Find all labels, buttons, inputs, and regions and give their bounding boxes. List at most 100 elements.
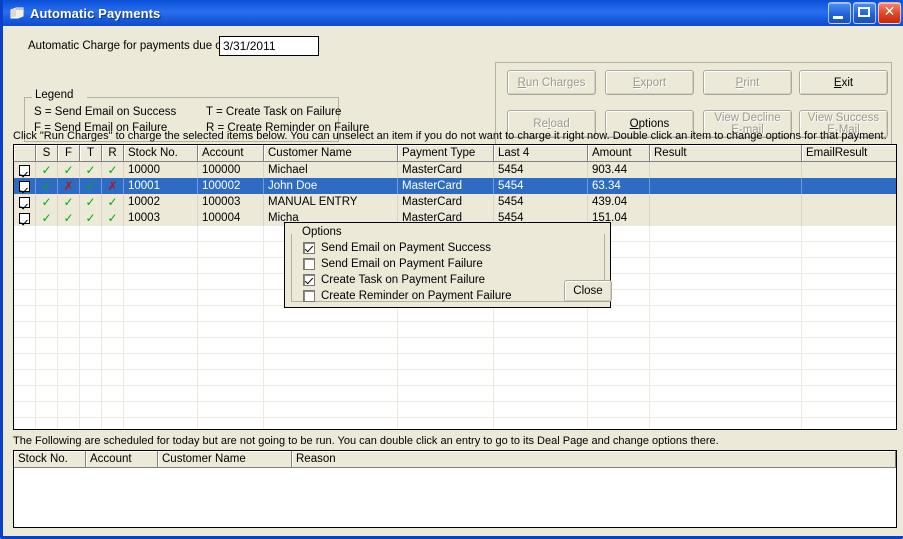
close-button[interactable]: ✕: [878, 2, 901, 24]
cell-payment-type[interactable]: MasterCard: [398, 194, 494, 210]
row-select[interactable]: [14, 178, 36, 194]
flag-f[interactable]: ✗: [58, 178, 80, 194]
row-select-checkbox[interactable]: [19, 180, 30, 192]
payments-grid-col-s[interactable]: S: [36, 145, 58, 161]
payments-grid-col-amount[interactable]: Amount: [588, 145, 650, 161]
cell-result[interactable]: [650, 178, 802, 194]
not-running-col-stock-no-[interactable]: Stock No.: [14, 451, 86, 467]
not-running-col-customer-name[interactable]: Customer Name: [158, 451, 292, 467]
table-row-empty[interactable]: [14, 386, 896, 402]
not-running-grid-body[interactable]: [14, 468, 896, 527]
flag-r[interactable]: ✓: [102, 210, 124, 226]
create-task-failure-checkbox[interactable]: [303, 274, 315, 286]
flag-f[interactable]: ✓: [58, 210, 80, 226]
flag-r[interactable]: ✗: [102, 178, 124, 194]
cell-email-result[interactable]: [802, 162, 896, 178]
cell-amount[interactable]: 439.04: [588, 194, 650, 210]
table-row-empty[interactable]: [14, 402, 896, 418]
flag-t[interactable]: ✓: [80, 162, 102, 178]
table-row-empty[interactable]: [14, 418, 896, 429]
cell-stock-no[interactable]: 10000: [124, 162, 198, 178]
table-row[interactable]: ✓ ✓ ✓ ✓ 10000 100000 Michael MasterCard 5454 903.…: [14, 162, 896, 178]
payments-grid-col-t[interactable]: T: [80, 145, 102, 161]
payments-grid-col-f[interactable]: F: [58, 145, 80, 161]
options-close-button[interactable]: Close: [564, 280, 612, 302]
cell-email-result[interactable]: [802, 194, 896, 210]
flag-t[interactable]: ✓: [80, 194, 102, 210]
export-button[interactable]: Export: [605, 70, 694, 95]
table-row-empty[interactable]: [14, 370, 896, 386]
row-select-checkbox[interactable]: [19, 212, 30, 224]
row-select-checkbox[interactable]: [19, 196, 30, 208]
cell-payment-type[interactable]: MasterCard: [398, 178, 494, 194]
flag-t[interactable]: ✓: [80, 210, 102, 226]
table-row-empty[interactable]: [14, 516, 896, 527]
table-row-empty[interactable]: [14, 500, 896, 516]
flag-f[interactable]: ✓: [58, 194, 80, 210]
flag-s[interactable]: ✓: [36, 162, 58, 178]
cell-amount[interactable]: 63.34: [588, 178, 650, 194]
table-row-empty[interactable]: [14, 306, 896, 322]
cell-customer-name[interactable]: MANUAL ENTRY: [264, 194, 398, 210]
exit-button[interactable]: Exit: [799, 70, 888, 95]
payments-grid-col-account[interactable]: Account: [198, 145, 264, 161]
cell-result[interactable]: [650, 194, 802, 210]
cell-amount[interactable]: 903.44: [588, 162, 650, 178]
payments-grid-col-select[interactable]: [14, 145, 36, 161]
not-running-col-account[interactable]: Account: [86, 451, 158, 467]
cell-last4[interactable]: 5454: [494, 162, 588, 178]
option-send-email-failure[interactable]: Send Email on Payment Failure: [303, 258, 483, 270]
row-select[interactable]: [14, 210, 36, 226]
payments-grid-col-r[interactable]: R: [102, 145, 124, 161]
payments-grid-col-last-4[interactable]: Last 4: [494, 145, 588, 161]
flag-r[interactable]: ✓: [102, 194, 124, 210]
table-row[interactable]: ✓ ✓ ✓ ✓ 10002 100003 MANUAL ENTRY MasterCard 545…: [14, 194, 896, 210]
cell-email-result[interactable]: [802, 210, 896, 226]
table-row-empty[interactable]: [14, 338, 896, 354]
cell-email-result[interactable]: [802, 178, 896, 194]
cell-payment-type[interactable]: MasterCard: [398, 162, 494, 178]
cell-stock-no[interactable]: 10002: [124, 194, 198, 210]
row-select-checkbox[interactable]: [19, 164, 30, 176]
option-send-email-success[interactable]: Send Email on Payment Success: [303, 242, 491, 254]
run-charges-button[interactable]: Run Charges: [507, 70, 596, 95]
cell-stock-no[interactable]: 10003: [124, 210, 198, 226]
payments-grid-col-result[interactable]: Result: [650, 145, 802, 161]
payments-grid-col-emailresult[interactable]: EmailResult: [802, 145, 896, 161]
payments-grid-col-customer-name[interactable]: Customer Name: [264, 145, 398, 161]
flag-t[interactable]: ✓: [80, 178, 102, 194]
send-email-failure-checkbox[interactable]: [303, 258, 315, 270]
cell-result[interactable]: [650, 162, 802, 178]
flag-f[interactable]: ✓: [58, 162, 80, 178]
payments-grid-col-payment-type[interactable]: Payment Type: [398, 145, 494, 161]
row-select[interactable]: [14, 162, 36, 178]
table-row-empty[interactable]: [14, 354, 896, 370]
cell-last4[interactable]: 5454: [494, 178, 588, 194]
minimize-button[interactable]: [828, 2, 851, 24]
cell-account[interactable]: 100002: [198, 178, 264, 194]
option-create-task-failure[interactable]: Create Task on Payment Failure: [303, 274, 485, 286]
not-running-grid[interactable]: Stock No. Account Customer Name Reason: [13, 450, 897, 528]
flag-s[interactable]: ✓: [36, 210, 58, 226]
table-row[interactable]: ✓ ✗ ✓ ✗ 10001 100002 John Doe MasterCard 5454 63.…: [14, 178, 896, 194]
payments-grid-col-stock-no-[interactable]: Stock No.: [124, 145, 198, 161]
cell-account[interactable]: 100004: [198, 210, 264, 226]
send-email-success-checkbox[interactable]: [303, 242, 315, 254]
cell-result[interactable]: [650, 210, 802, 226]
table-row-empty[interactable]: [14, 484, 896, 500]
maximize-button[interactable]: [853, 2, 876, 24]
flag-s[interactable]: ✓: [36, 194, 58, 210]
option-create-reminder-failure[interactable]: Create Reminder on Payment Failure: [303, 290, 511, 302]
cell-stock-no[interactable]: 10001: [124, 178, 198, 194]
cell-account[interactable]: 100000: [198, 162, 264, 178]
cell-account[interactable]: 100003: [198, 194, 264, 210]
cell-customer-name[interactable]: John Doe: [264, 178, 398, 194]
create-reminder-failure-checkbox[interactable]: [303, 290, 315, 302]
not-running-col-reason[interactable]: Reason: [292, 451, 896, 467]
cell-customer-name[interactable]: Michael: [264, 162, 398, 178]
print-button[interactable]: Print: [703, 70, 792, 95]
table-row-empty[interactable]: [14, 322, 896, 338]
flag-r[interactable]: ✓: [102, 162, 124, 178]
cell-last4[interactable]: 5454: [494, 194, 588, 210]
options-dialog[interactable]: Options Send Email on Payment Success Se…: [284, 222, 612, 308]
